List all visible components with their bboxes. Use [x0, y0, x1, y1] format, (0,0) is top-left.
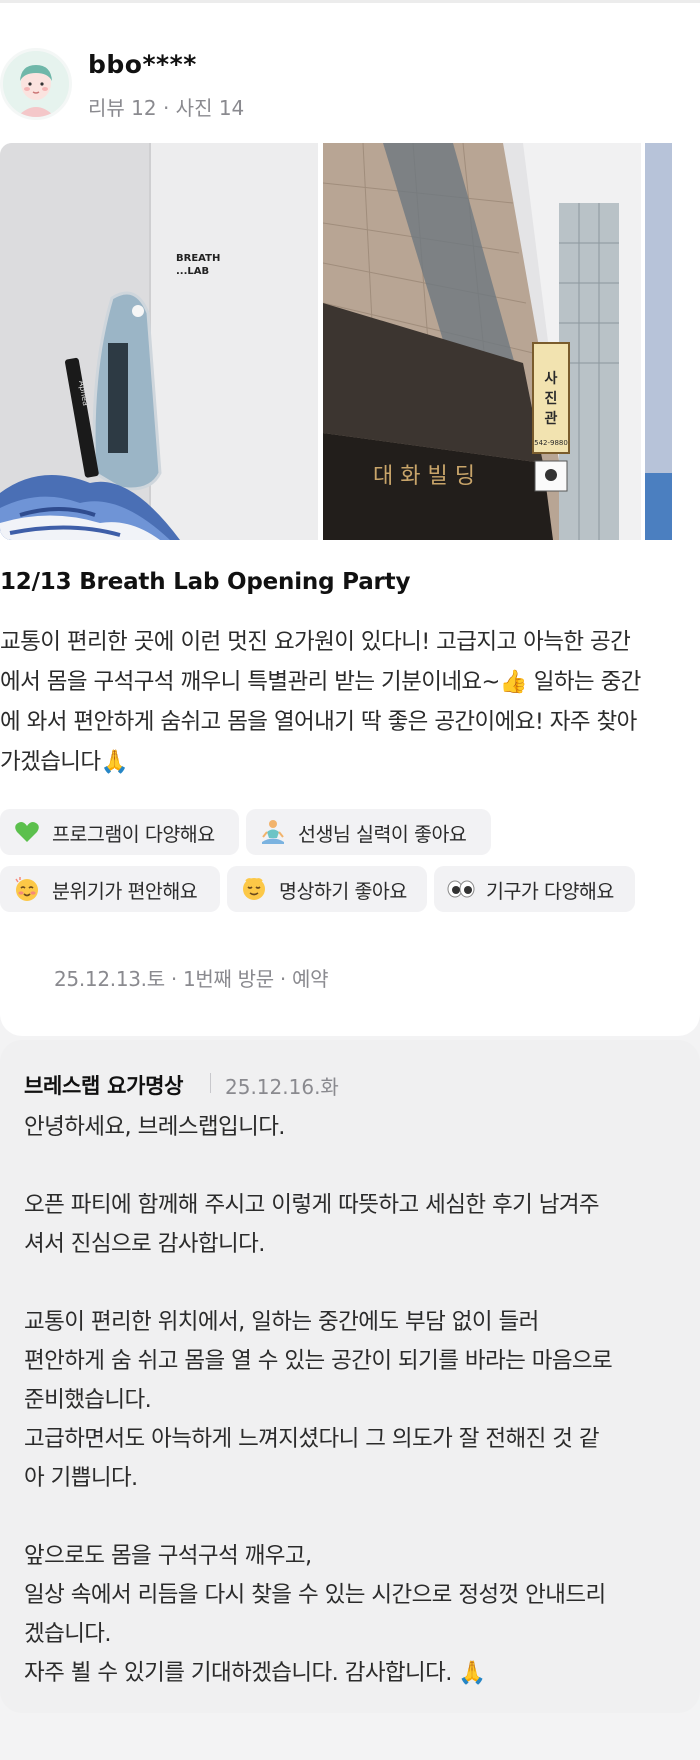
- review-body-line: 에 와서 편안하게 숨쉬고 몸을 열어내기 딱 좋은 공간이에요! 자주 찾아: [0, 709, 637, 735]
- reply-line: 자주 뵐 수 있기를 기대하겠습니다. 감사합니다. 🙏: [24, 1660, 486, 1686]
- tag-chip: 기구가 다양해요: [434, 866, 635, 912]
- tag-chip: 명상하기 좋아요: [227, 866, 427, 912]
- reply-body: 안녕하세요, 브레스랩입니다. 오픈 파티에 함께해 주시고 이렇게 따뜻하고 …: [24, 1108, 694, 1693]
- review-card: bbo**** 리뷰 12 · 사진 14 BREATH ...LAB Apne…: [0, 0, 700, 1036]
- svg-text:...LAB: ...LAB: [176, 266, 209, 277]
- relieved-face-icon: [239, 874, 269, 904]
- reply-line: 앞으로도 몸을 구석구석 깨우고,: [24, 1543, 312, 1569]
- tag-label: 선생님 실력이 좋아요: [298, 822, 467, 846]
- review-body-line: 교통이 편리한 곳에 이런 멋진 요가원이 있다니! 고급지고 아늑한 공간: [0, 629, 631, 655]
- tag-chip: 선생님 실력이 좋아요: [246, 809, 491, 855]
- review-body-line: 에서 몸을 구석구석 깨우니 특별관리 받는 기분이네요~👍 일하는 중간: [0, 669, 641, 695]
- tag-label: 프로그램이 다양해요: [52, 822, 215, 846]
- blushing-face-icon: [12, 874, 42, 904]
- reply-date: 25.12.16.화: [225, 1075, 339, 1099]
- meditation-person-icon: [258, 817, 288, 847]
- reply-line: 안녕하세요, 브레스랩입니다.: [24, 1114, 285, 1140]
- review-photo-2[interactable]: 대 화 빌 딩 사 진 관 542-9880: [323, 143, 641, 540]
- reply-line: [24, 1147, 694, 1186]
- review-photo-1[interactable]: BREATH ...LAB Apnea: [0, 143, 318, 540]
- reply-line: 일상 속에서 리듬을 다시 찾을 수 있는 시간으로 정성껏 안내드리: [24, 1582, 606, 1608]
- review-meta: 리뷰 12 · 사진 14: [88, 96, 245, 120]
- review-title: 12/13 Breath Lab Opening Party: [0, 569, 411, 595]
- reply-line: 고급하면서도 아늑하게 느껴지셨다니 그 의도가 잘 전해진 것 같: [24, 1426, 600, 1452]
- svg-text:진: 진: [545, 390, 558, 407]
- eyes-icon: [446, 874, 476, 904]
- tag-label: 분위기가 편안해요: [52, 879, 198, 903]
- reply-owner-name[interactable]: 브레스랩 요가명상: [24, 1070, 183, 1100]
- reply-line: 겠습니다.: [24, 1621, 112, 1647]
- svg-text:관: 관: [545, 410, 558, 427]
- svg-text:사: 사: [545, 371, 558, 387]
- review-photo-3[interactable]: [645, 143, 672, 540]
- svg-text:대 화 빌 딩: 대 화 빌 딩: [373, 464, 475, 489]
- reply-line: [24, 1264, 694, 1303]
- avatar[interactable]: [0, 48, 72, 120]
- reply-line: 교통이 편리한 위치에서, 일하는 중간에도 부담 없이 들러: [24, 1309, 539, 1335]
- visit-info: 25.12.13.토 · 1번째 방문 · 예약: [54, 967, 329, 991]
- username[interactable]: bbo****: [88, 50, 197, 79]
- reply-line: 셔서 진심으로 감사합니다.: [24, 1231, 265, 1257]
- reply-line: [24, 1498, 694, 1537]
- review-body-line: 가겠습니다🙏: [0, 749, 129, 775]
- tag-chip: 분위기가 편안해요: [0, 866, 220, 912]
- reply-line: 오픈 파티에 함께해 주시고 이렇게 따뜻하고 세심한 후기 남겨주: [24, 1192, 600, 1218]
- reply-line: 아 기쁩니다.: [24, 1465, 138, 1491]
- green-heart-icon: [12, 817, 42, 847]
- tag-chip: 프로그램이 다양해요: [0, 809, 239, 855]
- top-divider: [0, 0, 700, 3]
- reply-line: 편안하게 숨 쉬고 몸을 열 수 있는 공간이 되기를 바라는 마음으로: [24, 1348, 613, 1374]
- tag-label: 기구가 다양해요: [486, 879, 614, 903]
- reply-line: 준비했습니다.: [24, 1387, 152, 1413]
- svg-text:BREATH: BREATH: [176, 253, 220, 264]
- reply-divider: [210, 1073, 211, 1093]
- review-body: 교통이 편리한 곳에 이런 멋진 요가원이 있다니! 고급지고 아늑한 공간 에…: [0, 622, 700, 782]
- tag-label: 명상하기 좋아요: [279, 879, 407, 903]
- svg-text:542-9880: 542-9880: [534, 439, 568, 447]
